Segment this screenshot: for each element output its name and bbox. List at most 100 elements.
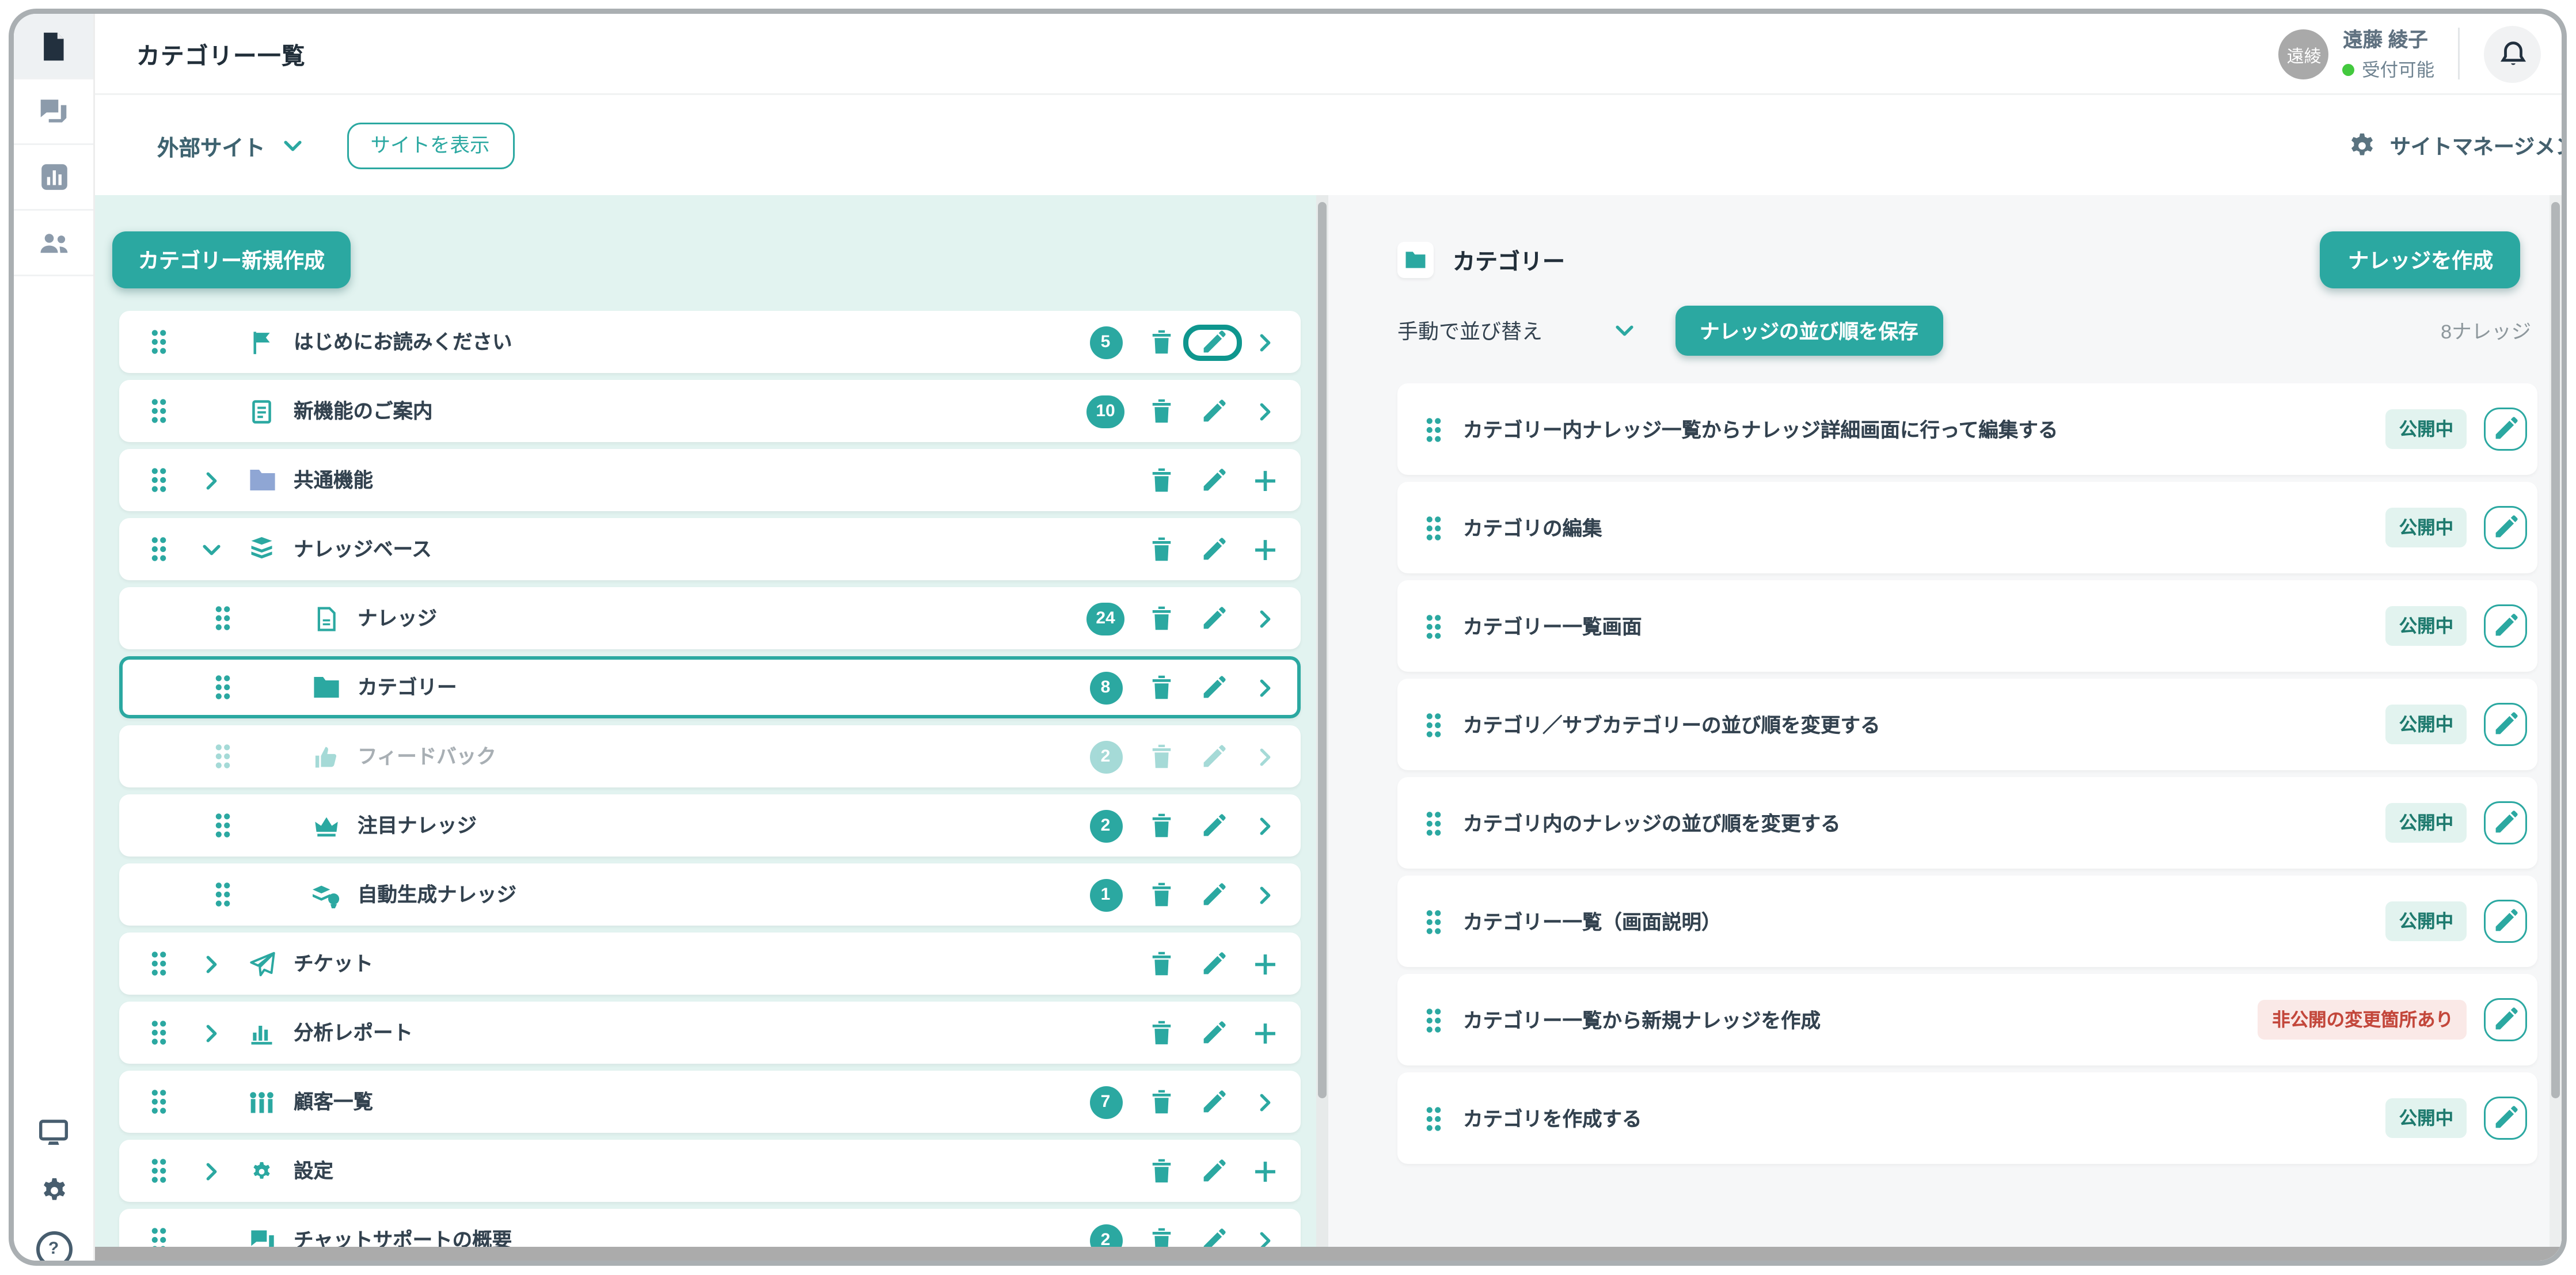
open-category-button[interactable] [1238, 678, 1290, 697]
open-category-button[interactable] [1238, 816, 1290, 835]
delete-category-button[interactable] [1135, 743, 1187, 770]
drag-handle-icon[interactable] [150, 466, 168, 494]
drag-handle-icon[interactable] [1425, 612, 1442, 640]
edit-knowledge-button[interactable] [2484, 604, 2528, 648]
drag-handle-icon[interactable] [214, 812, 231, 839]
edit-category-button[interactable] [1187, 1158, 1238, 1184]
edit-knowledge-button[interactable] [2484, 900, 2528, 943]
drag-handle-icon[interactable] [150, 1157, 168, 1185]
drag-handle-icon[interactable] [150, 535, 168, 563]
knowledge-item[interactable]: カテゴリ内のナレッジの並び順を変更する 公開中 [1397, 777, 2538, 869]
add-subcategory-button[interactable] [1238, 1158, 1290, 1184]
sidebar-item-chat[interactable] [14, 79, 93, 145]
open-category-button[interactable] [1238, 747, 1290, 766]
edit-knowledge-button[interactable] [2484, 408, 2528, 451]
delete-category-button[interactable] [1135, 812, 1187, 839]
delete-category-button[interactable] [1135, 881, 1187, 908]
drag-handle-icon[interactable] [1425, 1006, 1442, 1034]
sidebar-item-analytics[interactable] [14, 145, 93, 211]
new-category-button[interactable]: カテゴリー新規作成 [112, 231, 351, 288]
open-category-button[interactable] [1238, 1231, 1290, 1250]
edit-category-button[interactable] [1187, 813, 1238, 839]
add-subcategory-button[interactable] [1238, 536, 1290, 562]
knowledge-item[interactable]: カテゴリの編集 公開中 [1397, 482, 2538, 573]
add-subcategory-button[interactable] [1238, 951, 1290, 977]
edit-knowledge-button[interactable] [2484, 998, 2528, 1041]
drag-handle-icon[interactable] [1425, 1105, 1442, 1132]
open-category-button[interactable] [1238, 333, 1290, 352]
delete-category-button[interactable] [1135, 535, 1187, 563]
category-row[interactable]: フィードバック 2 [119, 725, 1301, 787]
delete-category-button[interactable] [1135, 950, 1187, 977]
category-row[interactable]: はじめにお読みください 5 [119, 311, 1301, 373]
delete-category-button[interactable] [1135, 673, 1187, 701]
knowledge-item[interactable]: カテゴリー内ナレッジ一覧からナレッジ詳細画面に行って編集する 公開中 [1397, 383, 2538, 475]
category-row[interactable]: ナレッジ 24 [119, 587, 1301, 649]
knowledge-item[interactable]: カテゴリを作成する 公開中 [1397, 1072, 2538, 1164]
view-site-button[interactable]: サイトを表示 [347, 122, 514, 169]
edit-category-button[interactable] [1187, 951, 1238, 977]
scrollbar-thumb[interactable] [2552, 202, 2560, 1098]
delete-category-button[interactable] [1135, 1157, 1187, 1185]
expander-chevron-down-icon[interactable] [192, 540, 230, 559]
edit-category-button[interactable] [1187, 536, 1238, 562]
edit-knowledge-button[interactable] [2484, 703, 2528, 746]
edit-category-button[interactable] [1187, 744, 1238, 770]
expander-chevron-right-icon[interactable] [192, 471, 230, 490]
edit-category-button[interactable] [1187, 1020, 1238, 1046]
category-panel-scrollbar[interactable] [1316, 195, 1328, 1261]
open-category-button[interactable] [1238, 885, 1290, 904]
knowledge-item[interactable]: カテゴリー一覧画面 公開中 [1397, 580, 2538, 672]
window-scrollbar[interactable] [2550, 195, 2562, 1261]
drag-handle-icon[interactable] [214, 743, 231, 770]
drag-handle-icon[interactable] [1425, 908, 1442, 935]
drag-handle-icon[interactable] [150, 1019, 168, 1046]
edit-category-button[interactable] [1187, 675, 1238, 701]
sort-order-dropdown[interactable]: 手動で並び替え [1397, 316, 1634, 345]
drag-handle-icon[interactable] [1425, 809, 1442, 837]
delete-category-button[interactable] [1135, 1019, 1187, 1046]
drag-handle-icon[interactable] [214, 604, 231, 632]
edit-category-button[interactable] [1187, 398, 1238, 424]
open-category-button[interactable] [1238, 1093, 1290, 1112]
drag-handle-icon[interactable] [214, 881, 231, 908]
edit-category-button[interactable] [1187, 882, 1238, 908]
delete-category-button[interactable] [1135, 604, 1187, 632]
knowledge-item[interactable]: カテゴリー一覧から新規ナレッジを作成 非公開の変更箇所あり [1397, 974, 2538, 1065]
site-management-link[interactable]: サイトマネージメン [2347, 131, 2562, 160]
open-category-button[interactable] [1238, 402, 1290, 421]
drag-handle-icon[interactable] [150, 950, 168, 977]
edit-knowledge-button[interactable] [2484, 1097, 2528, 1140]
edit-knowledge-button[interactable] [2484, 801, 2528, 844]
category-row[interactable]: 分析レポート [119, 1002, 1301, 1064]
category-row[interactable]: カテゴリー 8 [119, 656, 1301, 718]
category-row[interactable]: 共通機能 [119, 449, 1301, 511]
category-row[interactable]: 注目ナレッジ 2 [119, 794, 1301, 857]
add-subcategory-button[interactable] [1238, 467, 1290, 493]
drag-handle-icon[interactable] [1425, 514, 1442, 542]
expander-chevron-right-icon[interactable] [192, 1023, 230, 1042]
horizontal-scrollbar[interactable] [95, 1247, 2562, 1261]
category-row[interactable]: チケット [119, 933, 1301, 995]
drag-handle-icon[interactable] [1425, 416, 1442, 443]
site-selector-dropdown[interactable]: 外部サイト [157, 129, 302, 162]
expander-chevron-right-icon[interactable] [192, 954, 230, 973]
category-row[interactable]: 設定 [119, 1140, 1301, 1202]
sidebar-item-documents[interactable] [14, 14, 93, 79]
create-knowledge-button[interactable]: ナレッジを作成 [2320, 231, 2521, 288]
add-subcategory-button[interactable] [1238, 1020, 1290, 1046]
sidebar-item-display[interactable] [14, 1102, 93, 1161]
category-row[interactable]: 顧客一覧 7 [119, 1071, 1301, 1133]
delete-category-button[interactable] [1135, 466, 1187, 494]
category-row[interactable]: ナレッジベース [119, 518, 1301, 580]
edit-knowledge-button[interactable] [2484, 506, 2528, 549]
edit-category-button[interactable] [1187, 606, 1238, 631]
sidebar-item-users[interactable] [14, 211, 93, 276]
edit-category-button[interactable] [1187, 1089, 1238, 1115]
sidebar-item-help[interactable]: ? [14, 1220, 93, 1266]
avatar[interactable]: 遠綾 [2279, 29, 2329, 79]
save-order-button[interactable]: ナレッジの並び順を保存 [1675, 306, 1943, 356]
notifications-button[interactable] [2484, 25, 2541, 82]
sidebar-item-settings[interactable] [14, 1161, 93, 1220]
drag-handle-icon[interactable] [150, 397, 168, 425]
